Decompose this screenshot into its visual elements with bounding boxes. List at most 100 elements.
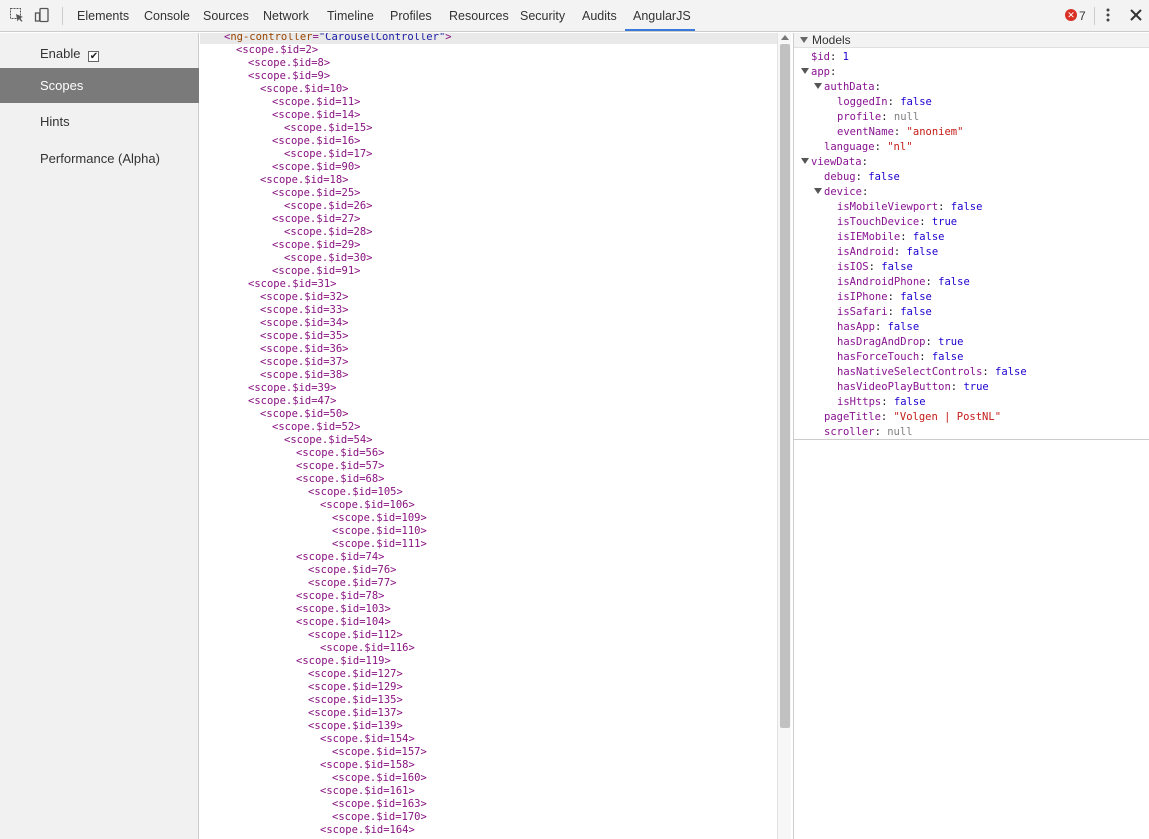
scope-node[interactable]: <scope.$id=157> [332,746,427,759]
scope-node[interactable]: <scope.$id=139> [308,720,403,733]
scope-node[interactable]: <scope.$id=39> [248,382,337,395]
scope-node[interactable]: <scope.$id=90> [272,161,361,174]
scope-node[interactable]: <scope.$id=116> [320,642,415,655]
scope-node[interactable]: <scope.$id=14> [272,109,361,122]
inspect-element-icon[interactable] [9,7,25,23]
expand-triangle-icon[interactable] [801,158,809,164]
scope-node[interactable]: <scope.$id=37> [260,356,349,369]
tab-security[interactable]: Security [520,0,565,32]
scope-node[interactable]: <scope.$id=68> [296,473,385,486]
scroll-up-icon[interactable] [781,35,789,40]
enable-toggle[interactable]: Enable ✔ [0,36,199,71]
sidebar-item-performance[interactable]: Performance (Alpha) [0,141,199,176]
scope-node[interactable]: <scope.$id=163> [332,798,427,811]
model-row: debug: false [824,170,900,185]
models-header[interactable]: Models [794,33,1149,48]
scope-node[interactable]: <scope.$id=18> [260,174,349,187]
scope-node[interactable]: <scope.$id=105> [308,486,403,499]
tab-sources[interactable]: Sources [203,0,249,32]
tab-console[interactable]: Console [144,0,190,32]
model-row[interactable]: device: [814,185,868,200]
scope-node[interactable]: <scope.$id=135> [308,694,403,707]
sidebar-item-scopes[interactable]: Scopes [0,68,199,103]
scope-node[interactable]: <scope.$id=109> [332,512,427,525]
scope-node[interactable]: <scope.$id=56> [296,447,385,460]
scope-node[interactable]: <scope.$id=36> [260,343,349,356]
collapse-arrow-icon[interactable] [800,37,808,43]
scope-node[interactable]: <scope.$id=112> [308,629,403,642]
scope-node[interactable]: <scope.$id=25> [272,187,361,200]
scope-node[interactable]: <scope.$id=32> [260,291,349,304]
scope-node[interactable]: <scope.$id=111> [332,538,427,551]
model-value: false [944,201,983,213]
scope-node[interactable]: <scope.$id=78> [296,590,385,603]
scope-node[interactable]: <scope.$id=129> [308,681,403,694]
scope-node[interactable]: <scope.$id=164> [320,824,415,837]
tab-angularjs[interactable]: AngularJS [633,0,691,32]
scope-node[interactable]: <scope.$id=11> [272,96,361,109]
scope-node[interactable]: <scope.$id=160> [332,772,427,785]
scope-node[interactable]: <scope.$id=35> [260,330,349,343]
scope-node[interactable]: <scope.$id=127> [308,668,403,681]
scope-node[interactable]: <scope.$id=2> [236,44,318,57]
scope-node[interactable]: <scope.$id=47> [248,395,337,408]
error-count[interactable]: 7 [1079,0,1086,32]
scope-node[interactable]: <scope.$id=110> [332,525,427,538]
scope-node[interactable]: <scope.$id=158> [320,759,415,772]
error-icon[interactable]: ✕ [1065,9,1077,21]
model-row[interactable]: authData: [814,80,881,95]
sidebar-item-hints[interactable]: Hints [0,104,199,139]
scope-node[interactable]: <scope.$id=77> [308,577,397,590]
scope-node[interactable]: <scope.$id=170> [332,811,427,824]
scope-node[interactable]: <scope.$id=91> [272,265,361,278]
tab-profiles[interactable]: Profiles [390,0,432,32]
tab-audits[interactable]: Audits [582,0,617,32]
close-icon[interactable] [1128,7,1144,23]
scope-node[interactable]: <scope.$id=34> [260,317,349,330]
scope-node[interactable]: <scope.$id=103> [296,603,391,616]
more-options-icon[interactable] [1100,7,1116,23]
scope-node[interactable]: <scope.$id=119> [296,655,391,668]
scope-node[interactable]: <scope.$id=38> [260,369,349,382]
scope-node[interactable]: <scope.$id=104> [296,616,391,629]
scope-node[interactable]: <scope.$id=74> [296,551,385,564]
scope-node[interactable]: <scope.$id=161> [320,785,415,798]
scope-node[interactable]: <scope.$id=9> [248,70,330,83]
scope-node[interactable]: <scope.$id=28> [284,226,373,239]
scope-node[interactable]: <scope.$id=106> [320,499,415,512]
scope-node[interactable]: <scope.$id=154> [320,733,415,746]
tab-network[interactable]: Network [263,0,309,32]
tab-resources[interactable]: Resources [449,0,509,32]
scope-node[interactable]: <scope.$id=29> [272,239,361,252]
expand-triangle-icon[interactable] [814,83,822,89]
scope-node[interactable]: <scope.$id=76> [308,564,397,577]
model-value: "Volgen | PostNL" [887,411,1002,423]
scope-node[interactable]: <scope.$id=52> [272,421,361,434]
tab-elements[interactable]: Elements [77,0,129,32]
scroll-thumb[interactable] [780,44,790,728]
scope-node[interactable]: <scope.$id=27> [272,213,361,226]
scope-node[interactable]: <scope.$id=137> [308,707,403,720]
device-mode-icon[interactable] [34,7,50,23]
scope-node[interactable]: <scope.$id=17> [284,148,373,161]
scope-node[interactable]: <scope.$id=8> [248,57,330,70]
scope-node[interactable]: <scope.$id=15> [284,122,373,135]
scope-node[interactable]: <scope.$id=31> [248,278,337,291]
scope-node[interactable]: <scope.$id=50> [260,408,349,421]
expand-triangle-icon[interactable] [801,68,809,74]
model-row[interactable]: viewData: [801,155,868,170]
scope-node[interactable]: <scope.$id=30> [284,252,373,265]
model-row[interactable]: app: [801,65,836,80]
tab-timeline[interactable]: Timeline [327,0,374,32]
model-value: false [931,276,970,288]
scope-node[interactable]: <scope.$id=57> [296,460,385,473]
scope-node[interactable]: <scope.$id=54> [284,434,373,447]
scope-node[interactable]: <scope.$id=33> [260,304,349,317]
scope-node[interactable]: <scope.$id=26> [284,200,373,213]
scope-node[interactable]: <scope.$id=16> [272,135,361,148]
expand-triangle-icon[interactable] [814,188,822,194]
tree-scrollbar[interactable] [777,33,791,839]
tree-root-node[interactable]: <ng-controller="CarouselController"> [224,33,452,44]
enable-checkbox[interactable]: ✔ [88,51,100,62]
scope-node[interactable]: <scope.$id=10> [260,83,349,96]
